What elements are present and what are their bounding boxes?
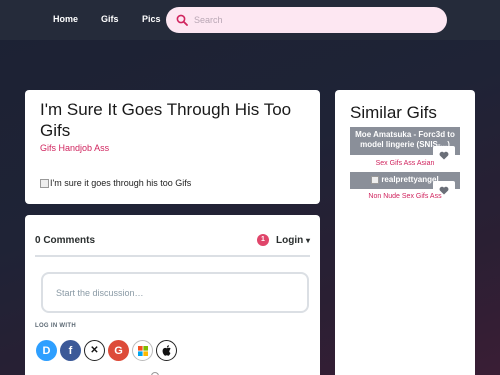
discussion-box[interactable] xyxy=(41,272,309,313)
broken-image-icon xyxy=(40,178,49,188)
similar-gifs-title: Similar Gifs xyxy=(350,103,437,122)
login-dropdown[interactable]: Login ▾ xyxy=(276,235,310,246)
comments-panel: 0 Comments 1 Login ▾ LOG IN WITH D f ✕ G xyxy=(25,215,320,375)
main-content-card: I'm Sure It Goes Through His Too Gifs Gi… xyxy=(25,90,320,204)
search-bar[interactable] xyxy=(166,7,447,33)
heart-icon xyxy=(439,151,449,159)
similar-gif-tags[interactable]: Non Nude Sex Gifs Ass xyxy=(350,193,460,200)
main-gif-image[interactable]: I'm sure it goes through his too Gifs xyxy=(40,178,191,188)
similar-gifs-panel: Similar Gifs Moe Amatsuka - Forc3d to mo… xyxy=(335,90,475,375)
image-alt-text: I'm sure it goes through his too Gifs xyxy=(50,178,192,188)
page-title: I'm Sure It Goes Through His Too Gifs xyxy=(40,100,292,140)
tag-ass[interactable]: Ass xyxy=(94,143,109,153)
login-with-label: LOG IN WITH xyxy=(35,323,76,329)
x-icon: ✕ xyxy=(90,345,99,356)
notification-badge[interactable]: 1 xyxy=(257,234,269,246)
thumb-title: realprettyangel xyxy=(381,175,439,184)
disqus-icon: D xyxy=(42,344,51,357)
search-input[interactable] xyxy=(194,10,434,30)
microsoft-login-button[interactable] xyxy=(132,340,153,361)
broken-image-icon xyxy=(371,175,380,184)
tag-handjob[interactable]: Handjob xyxy=(59,143,93,153)
comments-count[interactable]: 0 Comments xyxy=(35,235,95,246)
tag-gifs[interactable]: Gifs xyxy=(40,143,56,153)
microsoft-icon xyxy=(137,345,148,356)
nav-gifs-link[interactable]: Gifs xyxy=(101,14,119,24)
x-login-button[interactable]: ✕ xyxy=(84,340,105,361)
similar-gif-tags[interactable]: Sex Gifs Ass Asian xyxy=(350,160,460,167)
google-icon: G xyxy=(114,344,123,357)
chevron-down-icon: ▾ xyxy=(306,236,311,245)
google-login-button[interactable]: G xyxy=(108,340,129,361)
nav-pics-link[interactable]: Pics xyxy=(142,14,161,24)
tag-list: Gifs Handjob Ass xyxy=(40,143,109,153)
apple-icon xyxy=(162,345,171,356)
top-nav-bar: Home Gifs Pics xyxy=(0,0,500,40)
login-label: Login xyxy=(276,235,304,246)
facebook-icon: f xyxy=(68,344,73,357)
apple-login-button[interactable] xyxy=(156,340,177,361)
nav-home-link[interactable]: Home xyxy=(53,14,78,24)
disqus-login-button[interactable]: D xyxy=(36,340,57,361)
comments-divider xyxy=(35,255,310,257)
facebook-login-button[interactable]: f xyxy=(60,340,81,361)
search-icon[interactable] xyxy=(170,7,194,33)
comment-input[interactable] xyxy=(56,287,296,298)
